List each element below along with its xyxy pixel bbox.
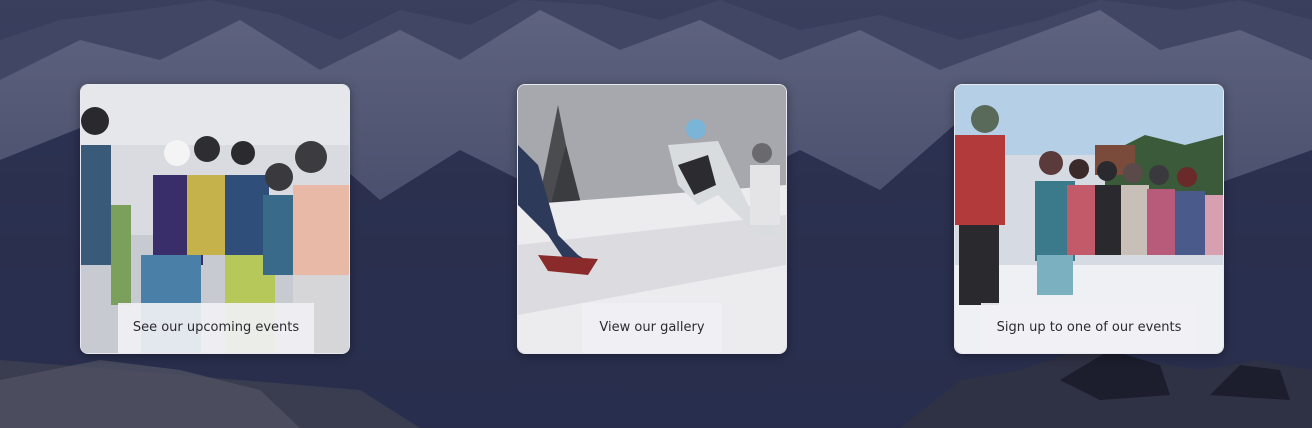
gallery-link[interactable]: View our gallery bbox=[582, 303, 722, 353]
gallery-card[interactable]: View our gallery bbox=[517, 84, 787, 354]
signup-events-card[interactable]: Sign up to one of our events bbox=[954, 84, 1224, 354]
signup-events-link[interactable]: Sign up to one of our events bbox=[981, 303, 1197, 353]
upcoming-events-card[interactable]: See our upcoming events bbox=[80, 84, 350, 354]
hero-section: See our upcoming events View our gallery bbox=[0, 0, 1312, 428]
upcoming-events-link[interactable]: See our upcoming events bbox=[118, 303, 314, 353]
